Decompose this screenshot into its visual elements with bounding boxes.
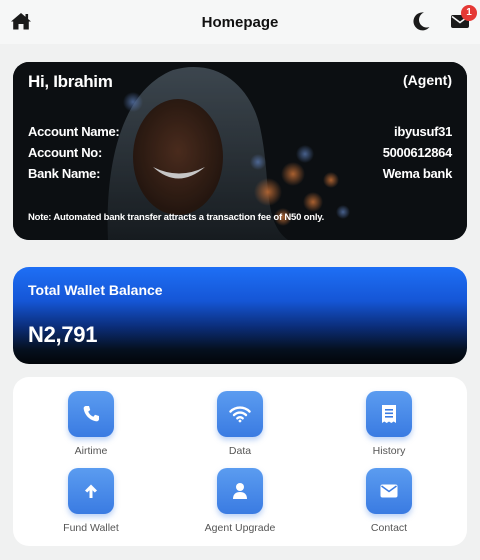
wallet-balance-label: Total Wallet Balance <box>28 282 163 298</box>
top-bar: Homepage <box>0 0 480 44</box>
account-name-label: Account Name: <box>28 124 120 139</box>
service-fund-wallet[interactable]: Fund Wallet <box>31 468 151 534</box>
data-icon-box[interactable] <box>217 391 263 437</box>
fund-wallet-icon-box[interactable] <box>68 468 114 514</box>
role-label: (Agent) <box>403 72 452 88</box>
phone-icon <box>83 406 99 422</box>
services-panel: Airtime Data History Fund Wallet Agent U… <box>13 377 467 546</box>
account-number-label: Account No: <box>28 145 102 160</box>
contact-icon-box[interactable] <box>366 468 412 514</box>
receipt-icon <box>382 405 396 423</box>
transfer-fee-note: Note: Automated bank transfer attracts a… <box>28 212 325 223</box>
account-name-value: ibyusuf31 <box>394 124 452 139</box>
account-number-value: 5000612864 <box>382 145 453 160</box>
bank-name-value: Wema bank <box>382 166 453 181</box>
service-label: Data <box>228 445 252 457</box>
wallet-balance-card: Total Wallet Balance N2,791 <box>13 267 467 364</box>
airtime-icon-box[interactable] <box>68 391 114 437</box>
notification-badge[interactable]: 1 <box>461 5 477 21</box>
service-label: Contact <box>370 522 408 534</box>
arrow-up-icon <box>85 484 97 498</box>
service-history[interactable]: History <box>329 391 449 457</box>
user-icon <box>233 483 247 499</box>
service-label: History <box>372 445 406 457</box>
service-contact[interactable]: Contact <box>329 468 449 534</box>
greeting: Hi, Ibrahim <box>28 72 113 91</box>
home-icon[interactable] <box>10 11 32 31</box>
wifi-icon <box>229 406 251 423</box>
service-data[interactable]: Data <box>180 391 300 457</box>
service-label: Agent Upgrade <box>204 522 276 534</box>
envelope-icon <box>380 484 398 498</box>
service-airtime[interactable]: Airtime <box>31 391 151 457</box>
page-title: Homepage <box>201 13 279 31</box>
moon-icon[interactable] <box>410 10 432 32</box>
agent-upgrade-icon-box[interactable] <box>217 468 263 514</box>
wallet-balance-amount: N2,791 <box>28 322 98 347</box>
service-label: Fund Wallet <box>63 522 119 534</box>
account-card: Hi, Ibrahim (Agent) Account Name: ibyusu… <box>13 62 467 240</box>
history-icon-box[interactable] <box>366 391 412 437</box>
service-agent-upgrade[interactable]: Agent Upgrade <box>180 468 300 534</box>
service-label: Airtime <box>74 445 108 457</box>
bank-name-label: Bank Name: <box>28 166 101 181</box>
